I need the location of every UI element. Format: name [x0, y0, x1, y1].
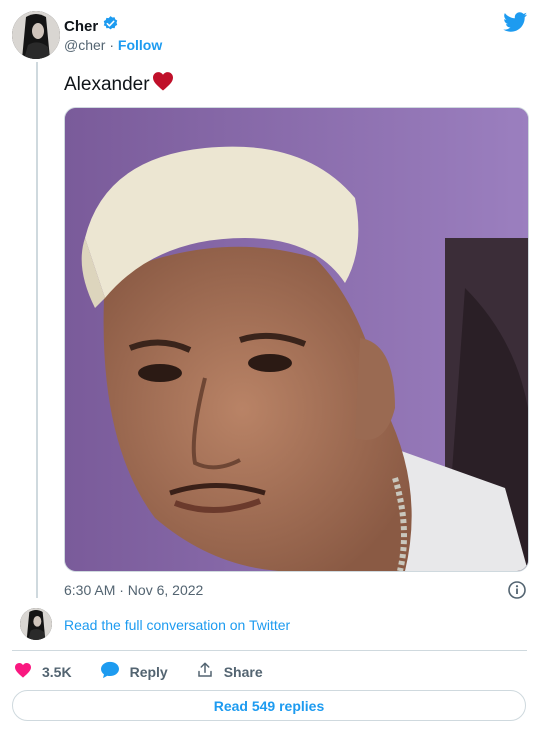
info-icon[interactable] [507, 580, 527, 600]
share-label: Share [223, 663, 263, 680]
heart-emoji-icon [152, 71, 174, 98]
divider [12, 650, 527, 651]
handle-separator: · [109, 37, 115, 53]
share-button[interactable]: Share [196, 661, 263, 682]
twitter-bird-icon[interactable] [502, 10, 529, 34]
like-count: 3.5K [42, 663, 72, 680]
thread-line [36, 62, 38, 598]
reply-label: Reply [129, 663, 168, 680]
author-name[interactable]: Cher [64, 18, 98, 35]
author-avatar[interactable] [12, 11, 60, 59]
tweet-photo[interactable] [64, 107, 529, 572]
speech-bubble-icon [100, 661, 120, 682]
read-replies-button[interactable]: Read 549 replies [12, 690, 526, 721]
reply-button[interactable]: Reply [100, 661, 168, 682]
conversation-avatar[interactable] [20, 608, 52, 640]
verified-badge-icon [102, 15, 119, 37]
author-handle[interactable]: @cher [64, 37, 105, 53]
heart-icon [14, 662, 32, 681]
tweet-timestamp[interactable]: 6:30 AM · Nov 6, 2022 [64, 582, 203, 598]
tweet-text: Alexander [64, 73, 150, 95]
read-conversation-link[interactable]: Read the full conversation on Twitter [64, 617, 290, 633]
share-upload-icon [196, 661, 214, 682]
like-button[interactable]: 3.5K [14, 662, 72, 681]
read-replies-label: Read 549 replies [213, 697, 325, 714]
follow-link[interactable]: Follow [118, 37, 162, 53]
